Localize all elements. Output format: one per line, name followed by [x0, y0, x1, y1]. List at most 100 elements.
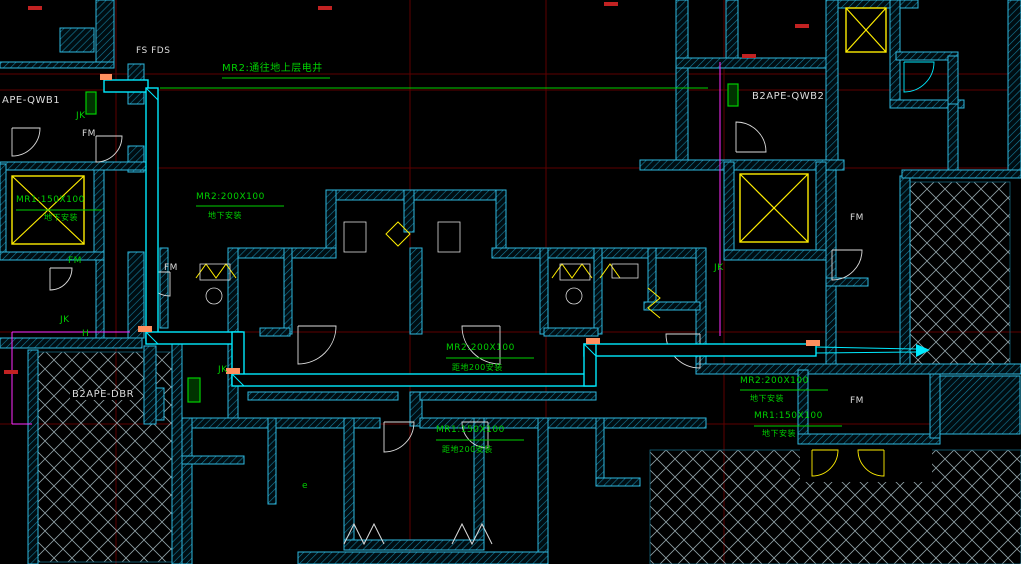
wall-segment [647, 247, 657, 309]
label-e: e [302, 481, 309, 491]
wall-segment [825, 169, 837, 371]
label-mr2-riser: MR2:通往地上层电井 [222, 63, 323, 74]
wall-segment [0, 163, 7, 261]
wall-segment [325, 189, 507, 201]
label-mr2-left: MR2:200X100 [196, 192, 265, 202]
label-panel-qwb2: B2APE-QWB2 [752, 91, 825, 102]
wall-segment [825, 0, 839, 171]
wall-segment [539, 247, 549, 335]
cable-tray [583, 343, 817, 357]
wall-segment [815, 161, 827, 261]
wall-segment [155, 387, 165, 421]
floorplan-canvas [0, 0, 1021, 564]
wall-segment [0, 251, 105, 261]
label-jk-3: JK [218, 365, 228, 375]
device-box [727, 83, 739, 107]
wall-segment [181, 417, 193, 564]
wall-segment [27, 349, 39, 564]
label-h: H [82, 329, 90, 339]
wall-segment [639, 159, 845, 171]
junction-mark [100, 74, 112, 80]
red-annotation-mark [4, 370, 18, 374]
wall-segment [939, 375, 1021, 435]
label-mr2-center: MR2:200X100 [446, 343, 515, 353]
red-annotation-mark [795, 24, 809, 28]
junction-mark [138, 326, 152, 332]
wall-segment [723, 161, 735, 261]
wall-segment [283, 247, 293, 335]
wall-segment [297, 551, 549, 564]
red-annotation-mark [28, 6, 42, 10]
cable-tray [231, 373, 595, 387]
wall-segment [593, 247, 603, 335]
wall-segment [93, 169, 105, 261]
wall-segment [899, 175, 911, 371]
wall-segment [473, 417, 485, 549]
wall-segment [929, 373, 941, 439]
label-panel-dbr: B2APE-DBR [70, 389, 137, 400]
label-jk-2: JK [60, 315, 70, 325]
label-fm-3: FM [164, 263, 178, 273]
label-install-bottom: 距地200安装 [442, 445, 493, 454]
wall-segment [59, 27, 95, 53]
red-annotation-mark [318, 6, 332, 10]
wall-segment [95, 259, 105, 341]
cad-floorplan-viewport[interactable]: FS FDS MR2:通往地上层电井 APE-QWB1 JK FM B2APE-… [0, 0, 1021, 564]
wall-segment [675, 67, 689, 165]
wall-segment [143, 345, 157, 425]
label-fm-2: FM [68, 256, 82, 266]
label-mr1-right: MR1:150X100 [754, 411, 823, 421]
wall-segment [675, 0, 689, 65]
cable-tray [103, 79, 149, 93]
junction-mark [586, 338, 600, 344]
wall-segment [723, 249, 829, 261]
label-jk-1: JK [76, 111, 86, 121]
label-install-right2: 地下安装 [762, 429, 796, 438]
label-mr2-right: MR2:200X100 [740, 376, 809, 386]
wall-segment [837, 0, 919, 9]
wall-segment [643, 301, 701, 311]
wall-segment [0, 337, 143, 349]
wall-segment [267, 417, 277, 505]
label-install-left: 地下安装 [44, 213, 78, 222]
wall-segment [695, 363, 1021, 375]
wall-segment [1007, 0, 1021, 179]
wall-segment [901, 169, 1021, 179]
wall-segment [227, 247, 337, 259]
wall-segment [403, 189, 415, 233]
wall-segment [595, 417, 605, 485]
wall-segment [343, 417, 355, 549]
label-install-right: 地下安装 [750, 394, 784, 403]
wall-segment [95, 0, 115, 67]
floor-patch [800, 446, 932, 482]
label-fm-right-bottom: FM [850, 396, 864, 406]
wall-segment [797, 433, 941, 445]
wall-segment [0, 61, 115, 69]
cable-tray [145, 331, 243, 345]
wall-segment [675, 57, 839, 69]
wall-segment [127, 251, 145, 339]
wall-segment [159, 247, 169, 329]
label-install-left2: 地下安装 [208, 211, 242, 220]
junction-mark [226, 368, 240, 374]
void-hatch-region [909, 181, 1011, 367]
wall-segment [595, 477, 641, 487]
label-fm-right-top: FM [850, 213, 864, 223]
device-box [85, 91, 97, 115]
red-annotation-mark [742, 54, 756, 58]
label-install-center: 距地200安装 [452, 363, 503, 372]
wall-segment [259, 327, 291, 337]
label-mr1-bottom: MR1:150X100 [436, 425, 505, 435]
wall-segment [247, 391, 399, 401]
wall-segment [537, 417, 549, 564]
wall-segment [419, 391, 597, 401]
label-panel-qwb1: APE-QWB1 [2, 95, 61, 106]
wall-segment [947, 103, 959, 171]
cable-tray [145, 87, 159, 341]
wall-segment [725, 0, 739, 59]
red-annotation-mark [604, 2, 618, 6]
wall-segment [0, 161, 149, 171]
label-fm-1: FM [82, 129, 96, 139]
wall-segment [543, 327, 599, 337]
wall-segment [171, 341, 183, 564]
